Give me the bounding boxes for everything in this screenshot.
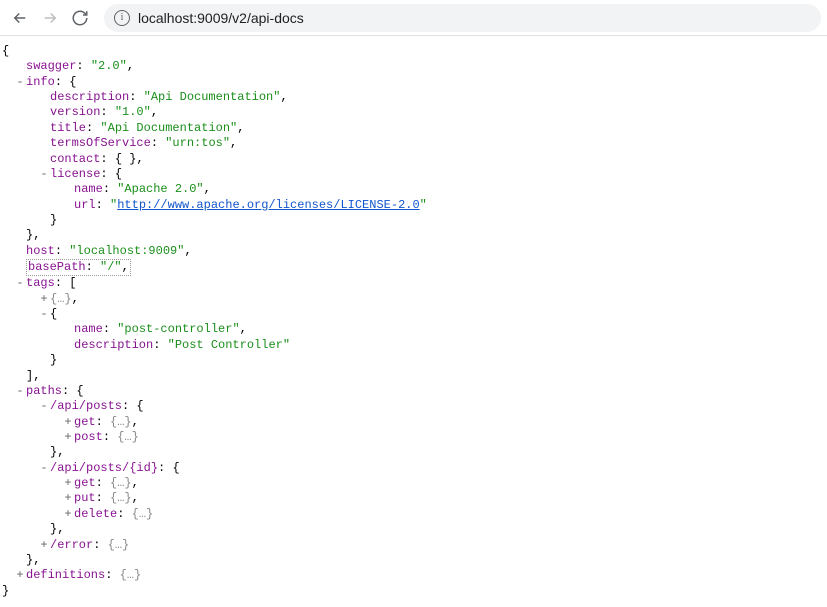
- json-line: termsOfService: "urn:tos",: [2, 136, 825, 151]
- collapse-toggle[interactable]: -: [38, 167, 50, 182]
- json-line: name: "post-controller",: [2, 322, 825, 337]
- json-line: },: [2, 553, 825, 568]
- json-line: {: [2, 44, 825, 59]
- collapse-toggle[interactable]: -: [14, 75, 26, 90]
- json-line: -tags: [: [2, 276, 825, 291]
- json-line: }: [2, 353, 825, 368]
- expand-toggle[interactable]: +: [62, 491, 74, 506]
- json-line: -/api/posts/{id}: {: [2, 461, 825, 476]
- json-line: }: [2, 584, 825, 599]
- json-line: +put: {…},: [2, 491, 825, 506]
- address-bar[interactable]: i localhost:9009/v2/api-docs: [104, 4, 821, 32]
- collapse-toggle[interactable]: -: [38, 399, 50, 414]
- collapse-toggle[interactable]: -: [14, 384, 26, 399]
- json-line: -paths: {: [2, 384, 825, 399]
- json-line: description: "Api Documentation",: [2, 90, 825, 105]
- reload-button[interactable]: [66, 4, 94, 32]
- json-line: },: [2, 522, 825, 537]
- json-line: contact: { },: [2, 152, 825, 167]
- json-line: }: [2, 213, 825, 228]
- json-line: +/error: {…}: [2, 538, 825, 553]
- license-url-link[interactable]: http://www.apache.org/licenses/LICENSE-2…: [117, 198, 419, 212]
- json-line: },: [2, 228, 825, 243]
- json-line: name: "Apache 2.0",: [2, 182, 825, 197]
- forward-button[interactable]: [36, 4, 64, 32]
- json-line: },: [2, 445, 825, 460]
- json-line: version: "1.0",: [2, 105, 825, 120]
- json-line: +post: {…}: [2, 430, 825, 445]
- json-line: -license: {: [2, 167, 825, 182]
- expand-toggle[interactable]: +: [62, 507, 74, 522]
- collapse-toggle[interactable]: -: [38, 307, 50, 322]
- json-line: +delete: {…}: [2, 507, 825, 522]
- reload-icon: [71, 9, 89, 27]
- arrow-right-icon: [41, 9, 59, 27]
- json-line: swagger: "2.0",: [2, 59, 825, 74]
- info-icon[interactable]: i: [114, 10, 130, 26]
- expand-toggle[interactable]: +: [38, 292, 50, 307]
- json-line-highlighted: basePath: "/",: [2, 259, 825, 276]
- back-button[interactable]: [6, 4, 34, 32]
- json-line: -/api/posts: {: [2, 399, 825, 414]
- browser-toolbar: i localhost:9009/v2/api-docs: [0, 0, 827, 36]
- expand-toggle[interactable]: +: [62, 415, 74, 430]
- json-line: host: "localhost:9009",: [2, 244, 825, 259]
- url-text: localhost:9009/v2/api-docs: [138, 10, 304, 26]
- json-line: description: "Post Controller": [2, 338, 825, 353]
- json-line: +get: {…},: [2, 476, 825, 491]
- expand-toggle[interactable]: +: [38, 538, 50, 553]
- expand-toggle[interactable]: +: [14, 568, 26, 583]
- json-line: +definitions: {…}: [2, 568, 825, 583]
- json-line: -{: [2, 307, 825, 322]
- json-line: +{…},: [2, 292, 825, 307]
- json-viewer: { swagger: "2.0", -info: { description: …: [0, 36, 827, 607]
- collapse-toggle[interactable]: -: [38, 461, 50, 476]
- json-line: title: "Api Documentation",: [2, 121, 825, 136]
- json-line: -info: {: [2, 75, 825, 90]
- json-line: ],: [2, 369, 825, 384]
- expand-toggle[interactable]: +: [62, 430, 74, 445]
- collapse-toggle[interactable]: -: [14, 276, 26, 291]
- expand-toggle[interactable]: +: [62, 476, 74, 491]
- json-line: url: "http://www.apache.org/licenses/LIC…: [2, 198, 825, 213]
- json-line: +get: {…},: [2, 415, 825, 430]
- arrow-left-icon: [11, 9, 29, 27]
